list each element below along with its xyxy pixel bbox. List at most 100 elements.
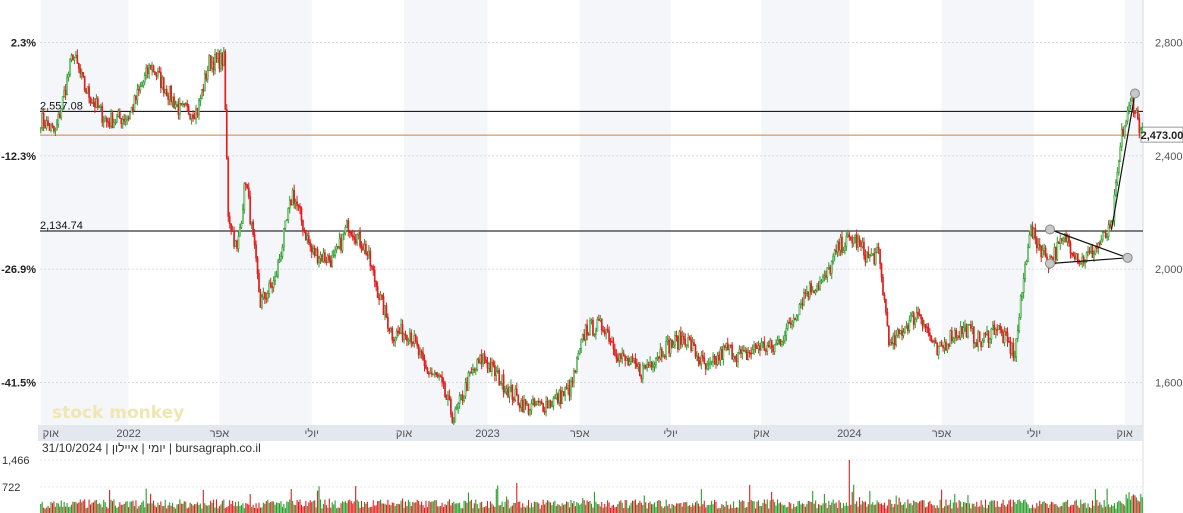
- volume-bar: [303, 505, 305, 513]
- volume-bar: [990, 500, 992, 513]
- volume-bar: [1110, 504, 1113, 513]
- volume-bar: [665, 499, 667, 513]
- candle-body: [902, 332, 905, 336]
- volume-bar: [637, 502, 639, 513]
- candle-body: [384, 305, 386, 316]
- volume-bar: [297, 501, 300, 513]
- volume-bar: [109, 490, 111, 513]
- candle-body: [577, 353, 580, 359]
- candle-body: [1109, 224, 1111, 228]
- volume-bar: [756, 501, 758, 513]
- candle-body: [934, 340, 937, 344]
- volume-bar: [1061, 505, 1063, 513]
- volume-bar: [262, 502, 264, 513]
- candle-body: [596, 319, 599, 332]
- volume-bar: [648, 502, 650, 513]
- volume-bar: [516, 482, 518, 513]
- candle-body: [994, 329, 997, 335]
- volume-bar: [946, 505, 948, 513]
- candle-body: [663, 355, 666, 358]
- volume-bar: [958, 500, 960, 513]
- candle-body: [1081, 256, 1084, 264]
- volume-bar: [1024, 499, 1026, 513]
- candle-body: [362, 248, 364, 251]
- candle-body: [268, 282, 271, 294]
- candle-body: [385, 305, 388, 318]
- volume-bar: [803, 503, 805, 513]
- volume-bar: [593, 491, 595, 513]
- candle-body: [688, 337, 691, 340]
- candle-body: [709, 362, 711, 365]
- volume-bar: [993, 500, 995, 513]
- volume-bar: [822, 503, 824, 513]
- candle-body: [435, 372, 438, 375]
- candle-body: [712, 355, 714, 362]
- volume-bar: [315, 507, 317, 513]
- volume-bar: [394, 506, 396, 513]
- volume-bar: [963, 502, 965, 513]
- candle-body: [186, 103, 189, 107]
- volume-bar: [366, 501, 368, 513]
- volume-bar: [971, 503, 973, 513]
- candle-body: [756, 347, 758, 350]
- candle-body: [652, 366, 654, 368]
- candle-body: [181, 103, 184, 106]
- volume-bar: [318, 486, 320, 513]
- volume-bar: [155, 507, 158, 513]
- volume-bar: [689, 505, 691, 513]
- volume-bar: [674, 505, 676, 513]
- volume-bar: [850, 504, 852, 513]
- volume-bar: [66, 502, 68, 513]
- candle-body: [382, 296, 385, 316]
- volume-bar: [92, 502, 95, 513]
- candle-body: [735, 357, 738, 362]
- volume-bar: [183, 501, 185, 513]
- y-left-tick-label: -41.5%: [1, 378, 36, 390]
- volume-bar: [750, 500, 752, 513]
- candle-body: [898, 329, 900, 334]
- candle-body: [800, 302, 802, 305]
- candle-body: [228, 216, 231, 225]
- volume-bar: [1125, 494, 1127, 513]
- volume-bar: [582, 498, 584, 513]
- candle-body: [265, 297, 268, 300]
- candle-body: [250, 221, 253, 225]
- candle-body: [849, 236, 852, 240]
- volume-bar: [554, 500, 556, 513]
- candle-body: [325, 260, 328, 263]
- candle-body: [258, 273, 260, 293]
- volume-bar: [782, 505, 784, 513]
- candle-body: [798, 304, 801, 316]
- candle-body: [545, 401, 547, 413]
- volume-bar: [513, 502, 515, 513]
- candle-body: [989, 338, 991, 343]
- candle-body: [933, 340, 936, 342]
- candle-body: [455, 407, 458, 410]
- volume-bar: [381, 503, 383, 513]
- candle-body: [986, 330, 988, 335]
- volume-bar: [500, 505, 502, 513]
- volume-bar: [746, 507, 748, 513]
- volume-bar: [57, 503, 59, 513]
- volume-bar: [611, 505, 613, 513]
- candle-body: [713, 355, 716, 360]
- volume-bar: [492, 505, 494, 513]
- volume-bar: [469, 501, 471, 513]
- volume-bar: [901, 504, 903, 513]
- volume-bar: [627, 508, 629, 513]
- volume-bar: [798, 500, 801, 513]
- candle-body: [530, 403, 533, 411]
- candle-body: [395, 330, 398, 339]
- volume-bar: [324, 499, 326, 513]
- volume-bar: [693, 505, 695, 513]
- volume-bar: [270, 501, 272, 513]
- candle-body: [196, 108, 199, 116]
- volume-bar: [771, 492, 773, 513]
- volume-bar: [340, 503, 342, 513]
- volume-bar: [160, 501, 162, 513]
- volume-panel: [40, 459, 1143, 513]
- candle-body: [400, 324, 402, 334]
- volume-bar: [895, 495, 897, 513]
- candle-body: [965, 324, 968, 338]
- volume-bar: [970, 508, 972, 513]
